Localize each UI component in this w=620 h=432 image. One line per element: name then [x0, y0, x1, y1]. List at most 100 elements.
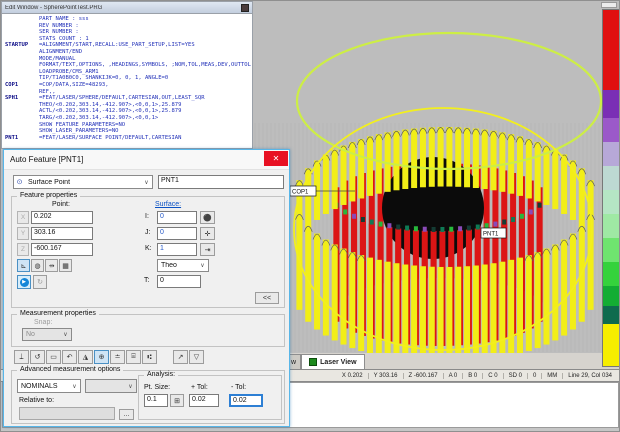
region-button[interactable]: ▭	[46, 350, 61, 364]
scan-bar-yellow	[429, 267, 435, 353]
auto-feature-dialog: Auto Feature [PNT1] ✕ ⊙ Surface Point ∨ …	[3, 149, 290, 427]
level-button[interactable]: ≐	[110, 350, 125, 364]
t-label: T:	[144, 277, 149, 284]
scan-bar-yellow	[305, 226, 311, 322]
cross-vector-icon[interactable]: ✛	[200, 227, 215, 240]
edit-window-menu-button[interactable]	[241, 4, 249, 12]
program-code-area[interactable]: PART NAME : sssREV NUMBER :SER NUMBER :S…	[2, 14, 252, 149]
grid-button[interactable]: ▦	[59, 259, 72, 272]
scan-bar-yellow	[323, 154, 329, 214]
status-field: SD 0	[504, 373, 528, 379]
point-mode-button[interactable]: ⊾	[17, 259, 30, 272]
chevron-down-icon: ∨	[60, 331, 71, 338]
point-y-input[interactable]: 303.16	[31, 227, 93, 240]
deviation-marker	[396, 225, 400, 230]
scan-bar-yellow	[393, 131, 399, 191]
code-line: COP1=COP/DATA,SIZE=48293,	[5, 82, 252, 89]
sequence-button[interactable]: ⑆	[142, 350, 157, 364]
target-button[interactable]: ⊕	[94, 350, 109, 364]
undo-path-button[interactable]: ↺	[30, 350, 45, 364]
laser-3d-view[interactable]: COP1PNT1	[253, 1, 619, 353]
nominals-value: NOMINALS	[18, 383, 69, 390]
collapse-button[interactable]: <<	[255, 292, 279, 304]
point-x-input[interactable]: 0.202	[31, 211, 93, 224]
color-scale-block	[603, 190, 619, 214]
secondary-combo[interactable]: ∨	[85, 379, 137, 393]
curve-move-button[interactable]: ↶	[62, 350, 77, 364]
code-line: SER NUMBER :	[5, 29, 252, 36]
i-label: I:	[145, 213, 149, 220]
scan-bar-yellow	[473, 128, 479, 188]
snap-label: Snap:	[34, 319, 52, 326]
deviation-marker	[511, 217, 515, 222]
deviation-marker	[343, 209, 347, 214]
surface-label: Surface:	[155, 201, 181, 208]
status-field: Z -600.167	[404, 373, 444, 379]
normal-vector-icon[interactable]: ⚫	[200, 211, 215, 224]
scan-bar-yellow	[446, 127, 452, 187]
deviation-color-scale	[602, 9, 620, 367]
color-scale-block	[603, 118, 619, 142]
j-label: J:	[145, 229, 150, 236]
code-line: SHOW_LASER_PARAMETERS=NO	[5, 128, 252, 135]
filter-edit-button[interactable]: ▽	[189, 350, 204, 364]
pt-size-input[interactable]: 0.1	[144, 394, 168, 407]
scan-bar-yellow	[543, 249, 549, 345]
browse-button[interactable]: ...	[119, 409, 134, 420]
point-z-input[interactable]: -600.167	[31, 243, 93, 256]
scan-bar-yellow	[482, 129, 488, 189]
color-scale-block	[603, 306, 619, 324]
minus-tol-input[interactable]: 0.02	[229, 394, 263, 407]
offset-distance-button[interactable]: ⇸	[45, 259, 58, 272]
feature-type-combo[interactable]: ⊙ Surface Point ∨	[13, 175, 153, 189]
tab-label: Laser View	[320, 359, 356, 366]
snap-combo[interactable]: No ∨	[22, 328, 72, 341]
dialog-titlebar[interactable]: Auto Feature [PNT1] ✕	[4, 150, 289, 170]
surface-i-input[interactable]: 0	[157, 211, 197, 224]
play-button[interactable]: ▶	[17, 275, 31, 289]
y-axis-button[interactable]: Y	[17, 227, 29, 240]
status-field: C 0	[483, 373, 503, 379]
close-icon[interactable]: ✕	[264, 151, 288, 166]
code-line: TIP/T1A0B0C0, SHANKIJK=0, 0, 1, ANGLE=0	[5, 75, 252, 82]
measure-order-button[interactable]: ◍	[31, 259, 44, 272]
regenerate-icon[interactable]: ↻	[33, 275, 47, 289]
flip-vector-icon[interactable]: ⇥	[200, 243, 215, 256]
scan-bar-yellow	[429, 127, 435, 187]
scan-profile-button[interactable]: ◮	[78, 350, 93, 364]
scan-bar-yellow	[535, 142, 541, 202]
deviation-marker	[414, 226, 418, 231]
x-axis-button[interactable]: X	[17, 211, 29, 224]
view-tabstrip: w Laser View	[253, 353, 619, 369]
relative-to-input[interactable]	[19, 407, 115, 420]
play-icon: ▶	[20, 278, 29, 287]
plus-tol-input[interactable]: 0.02	[189, 394, 219, 407]
scan-bar-yellow	[332, 150, 338, 210]
probe-path-button[interactable]: ⍊	[14, 350, 29, 364]
scan-bar-yellow	[552, 244, 558, 340]
color-scale-block	[603, 324, 619, 366]
scan-bar-yellow	[535, 252, 541, 348]
nominals-combo[interactable]: NOMINALS ∨	[17, 379, 81, 393]
deviation-marker	[423, 227, 427, 232]
clip-planes-button[interactable]: ⌸	[126, 350, 141, 364]
surface-j-input[interactable]: 0	[157, 227, 197, 240]
vector-jump-button[interactable]: ↗	[173, 350, 188, 364]
theo-combo[interactable]: Theo ∨	[157, 259, 209, 272]
analysis-group: Analysis: Pt. Size: + Tol: - Tol: 0.1 ⊞ …	[138, 375, 282, 420]
edit-window-titlebar[interactable]: Edit Window - SpherePointTest.PRG	[2, 2, 252, 14]
pt-size-tool-icon[interactable]: ⊞	[170, 394, 184, 407]
tab-label: w	[291, 359, 296, 366]
scan-bar-yellow	[438, 267, 444, 353]
scan-bar-yellow	[482, 265, 488, 353]
t-input[interactable]: 0	[157, 275, 201, 288]
color-scale-block	[603, 214, 619, 238]
feature-name-input[interactable]: PNT1	[158, 175, 284, 189]
tab-laser-view[interactable]: Laser View	[301, 354, 364, 369]
scan-bar-yellow	[420, 128, 426, 188]
z-axis-button[interactable]: Z	[17, 243, 29, 256]
surface-k-input[interactable]: 1	[157, 243, 197, 256]
dialog-title: Auto Feature [PNT1]	[10, 155, 264, 164]
point-toolbar: ⊾◍⇸▦	[17, 259, 72, 272]
scan-bar-yellow	[552, 150, 558, 210]
